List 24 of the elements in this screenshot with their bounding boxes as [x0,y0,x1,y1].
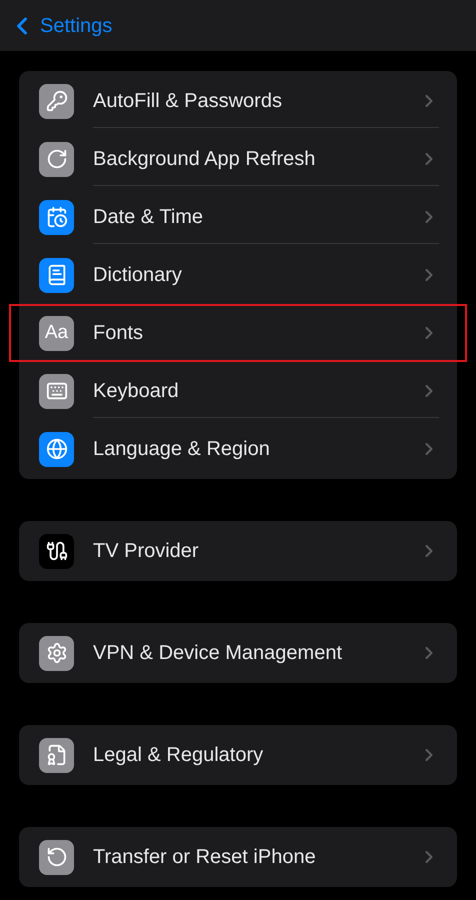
settings-row[interactable]: Transfer or Reset iPhone [19,828,457,886]
settings-row[interactable]: AutoFill & Passwords [19,72,457,130]
row-label: AutoFill & Passwords [93,88,283,114]
settings-row[interactable]: Language & Region [19,420,457,478]
row-label: TV Provider [93,539,200,564]
settings-row[interactable]: Aa Fonts [9,304,467,362]
settings-row[interactable]: Keyboard [19,362,457,420]
text-icon: Aa [39,316,74,350]
row-label: Fonts [93,321,144,346]
settings-row[interactable]: Dictionary [19,246,457,304]
row-label: Transfer or Reset iPhone [93,845,317,870]
row-label: Language & Region [93,437,271,462]
settings-row[interactable]: Legal & Regulatory [19,726,457,784]
row-label: Date & Time [93,204,204,230]
row-label: VPN & Device Management [93,641,344,666]
row-label: Background App Refresh [93,146,316,172]
row-label: Keyboard [93,378,180,404]
settings-row[interactable]: Background App Refresh [19,130,457,188]
settings-row[interactable]: VPN & Device Management [19,624,457,682]
row-label: Dictionary [93,263,183,288]
settings-row[interactable]: TV Provider [19,522,457,580]
settings-row[interactable]: Date & Time [19,188,457,246]
back-button[interactable]: Settings [8,10,112,40]
row-label: Legal & Regulatory [93,743,264,768]
